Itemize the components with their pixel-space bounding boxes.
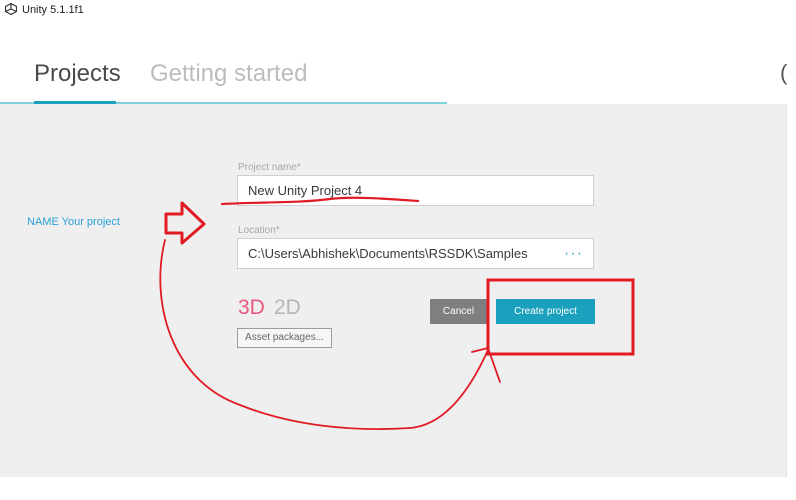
asset-packages-button[interactable]: Asset packages...	[237, 328, 332, 348]
project-name-value: New Unity Project 4	[248, 183, 363, 198]
location-input[interactable]: C:\Users\Abhishek\Documents\RSSDK\Sample…	[237, 238, 594, 269]
window-title: Unity 5.1.1f1	[22, 4, 84, 16]
browse-location-button[interactable]: ···	[564, 239, 583, 268]
mode-2d-toggle[interactable]: 2D	[274, 296, 301, 320]
project-name-label: Project name*	[238, 162, 301, 173]
location-label: Location*	[238, 225, 280, 236]
mode-3d-toggle[interactable]: 3D	[238, 296, 265, 320]
project-name-input[interactable]: New Unity Project 4	[237, 175, 594, 206]
tab-bar: Projects Getting started (	[0, 40, 796, 104]
cancel-button[interactable]: Cancel	[430, 299, 487, 324]
unity-logo-icon	[5, 3, 17, 15]
annotation-note: NAME Your project	[27, 216, 120, 228]
clipped-edge-glyph: (	[780, 60, 788, 85]
tab-projects[interactable]: Projects	[34, 60, 121, 88]
tab-getting-started[interactable]: Getting started	[150, 60, 307, 88]
title-bar: Unity 5.1.1f1	[0, 0, 796, 22]
new-project-panel: Project name* New Unity Project 4 Locati…	[0, 104, 787, 477]
location-value: C:\Users\Abhishek\Documents\RSSDK\Sample…	[248, 246, 528, 261]
create-project-button[interactable]: Create project	[496, 299, 595, 324]
